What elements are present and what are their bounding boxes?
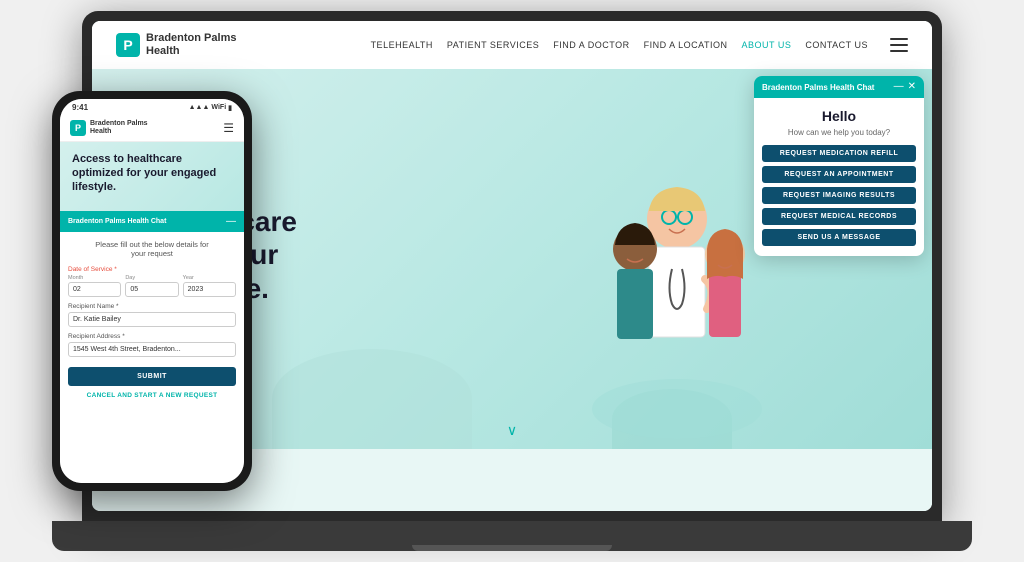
logo-icon: P	[116, 33, 140, 57]
chat-subtitle: How can we help you today?	[762, 128, 916, 137]
chat-minimize-button[interactable]: —	[894, 82, 904, 92]
chat-body: Hello How can we help you today? REQUEST…	[754, 98, 924, 256]
phone-battery-icon: ▮	[228, 104, 232, 112]
recipient-address-input[interactable]: 1545 West 4th Street, Bradenton...	[68, 342, 236, 357]
phone-wifi-icon: WiFi	[211, 104, 226, 111]
chat-btn-medication-refill[interactable]: REQUEST MEDICATION REFILL	[762, 145, 916, 162]
month-label: Month	[68, 275, 121, 281]
nav-link-contact-us[interactable]: CONTACT US	[805, 40, 868, 50]
logo-text: Bradenton Palms Health	[146, 32, 236, 58]
phone-chat-body: Please fill out the below details for yo…	[60, 232, 244, 483]
laptop-base	[52, 521, 972, 551]
nav-link-about-us[interactable]: ABOUT US	[741, 40, 791, 50]
recipient-name-field: Recipient Name * Dr. Katie Bailey	[68, 303, 236, 327]
phone-hero-title: Access to healthcare optimized for your …	[72, 152, 232, 195]
chat-hello-text: Hello	[762, 108, 916, 124]
phone-time: 9:41	[72, 103, 88, 112]
laptop-shell: P Bradenton Palms Health TELEHEALTH PATI…	[82, 11, 942, 551]
nav-links: TELEHEALTH PATIENT SERVICES FIND A DOCTO…	[371, 38, 908, 52]
phone-chat-title: Bradenton Palms Health Chat	[68, 218, 166, 225]
chat-btn-send-message[interactable]: SEND US A MESSAGE	[762, 229, 916, 246]
nav-link-telehealth[interactable]: TELEHEALTH	[371, 40, 433, 50]
date-label: Date of Service *	[68, 266, 236, 273]
phone-hero: Access to healthcare optimized for your …	[60, 142, 244, 211]
phone-status-bar: 9:41 ▲▲▲ WiFi ▮	[60, 99, 244, 116]
chevron-down-icon[interactable]: ∨	[507, 422, 517, 439]
chat-close-button[interactable]: ✕	[908, 82, 916, 92]
hero-decoration	[272, 349, 472, 449]
phone-logo-icon: P	[70, 120, 86, 136]
chat-header-title: Bradenton Palms Health Chat	[762, 83, 874, 92]
nav-link-find-doctor[interactable]: FIND A DOCTOR	[553, 40, 629, 50]
date-fields: Month 02 Day 05 Year 2023	[68, 275, 236, 297]
phone-logo-letter: P	[75, 123, 81, 133]
recipient-address-label: Recipient Address *	[68, 333, 236, 340]
chat-header: Bradenton Palms Health Chat — ✕	[754, 76, 924, 98]
nav-bar: P Bradenton Palms Health TELEHEALTH PATI…	[92, 21, 932, 69]
phone-form-subtitle: Please fill out the below details for yo…	[68, 240, 236, 258]
recipient-address-field: Recipient Address * 1545 West 4th Street…	[68, 333, 236, 357]
chat-btn-appointment[interactable]: REQUEST AN APPOINTMENT	[762, 166, 916, 183]
logo-letter: P	[123, 37, 132, 53]
year-label: Year	[183, 275, 236, 281]
year-field: Year 2023	[183, 275, 236, 297]
day-label: Day	[125, 275, 178, 281]
phone-chat-minimize-button[interactable]: —	[226, 216, 236, 227]
phone-chat-header: Bradenton Palms Health Chat —	[60, 211, 244, 232]
date-of-service-field: Date of Service * Month 02 Day 05	[68, 266, 236, 297]
year-input[interactable]: 2023	[183, 282, 236, 297]
phone-signal-icon: ▲▲▲	[189, 104, 210, 111]
phone-logo-text: Bradenton Palms Health	[90, 120, 148, 137]
cancel-link[interactable]: CANCEL AND START A NEW REQUEST	[68, 392, 236, 399]
phone-status-icons: ▲▲▲ WiFi ▮	[189, 104, 232, 112]
phone-logo: P Bradenton Palms Health	[70, 120, 148, 137]
chat-btn-imaging-results[interactable]: REQUEST IMAGING RESULTS	[762, 187, 916, 204]
hamburger-icon[interactable]	[890, 38, 908, 52]
nav-link-patient-services[interactable]: PATIENT SERVICES	[447, 40, 539, 50]
nav-logo: P Bradenton Palms Health	[116, 32, 236, 58]
chat-btn-medical-records[interactable]: REQUEST MEDICAL RECORDS	[762, 208, 916, 225]
doctors-illustration	[577, 149, 777, 439]
month-field: Month 02	[68, 275, 121, 297]
month-input[interactable]: 02	[68, 282, 121, 297]
phone-chat-widget: Bradenton Palms Health Chat — Please fil…	[60, 211, 244, 483]
recipient-name-label: Recipient Name *	[68, 303, 236, 310]
chat-widget: Bradenton Palms Health Chat — ✕ Hello Ho…	[754, 76, 924, 256]
day-input[interactable]: 05	[125, 282, 178, 297]
phone-shell: 9:41 ▲▲▲ WiFi ▮ P Bradenton Palms Health	[52, 91, 252, 491]
phone-nav: P Bradenton Palms Health ☰	[60, 116, 244, 142]
nav-link-find-location[interactable]: FIND A LOCATION	[644, 40, 728, 50]
day-field: Day 05	[125, 275, 178, 297]
submit-button[interactable]: SUBMIT	[68, 367, 236, 386]
phone-screen: 9:41 ▲▲▲ WiFi ▮ P Bradenton Palms Health	[60, 99, 244, 483]
phone-hamburger-icon[interactable]: ☰	[223, 121, 234, 135]
chat-header-actions: — ✕	[894, 82, 916, 92]
recipient-name-input[interactable]: Dr. Katie Bailey	[68, 312, 236, 327]
